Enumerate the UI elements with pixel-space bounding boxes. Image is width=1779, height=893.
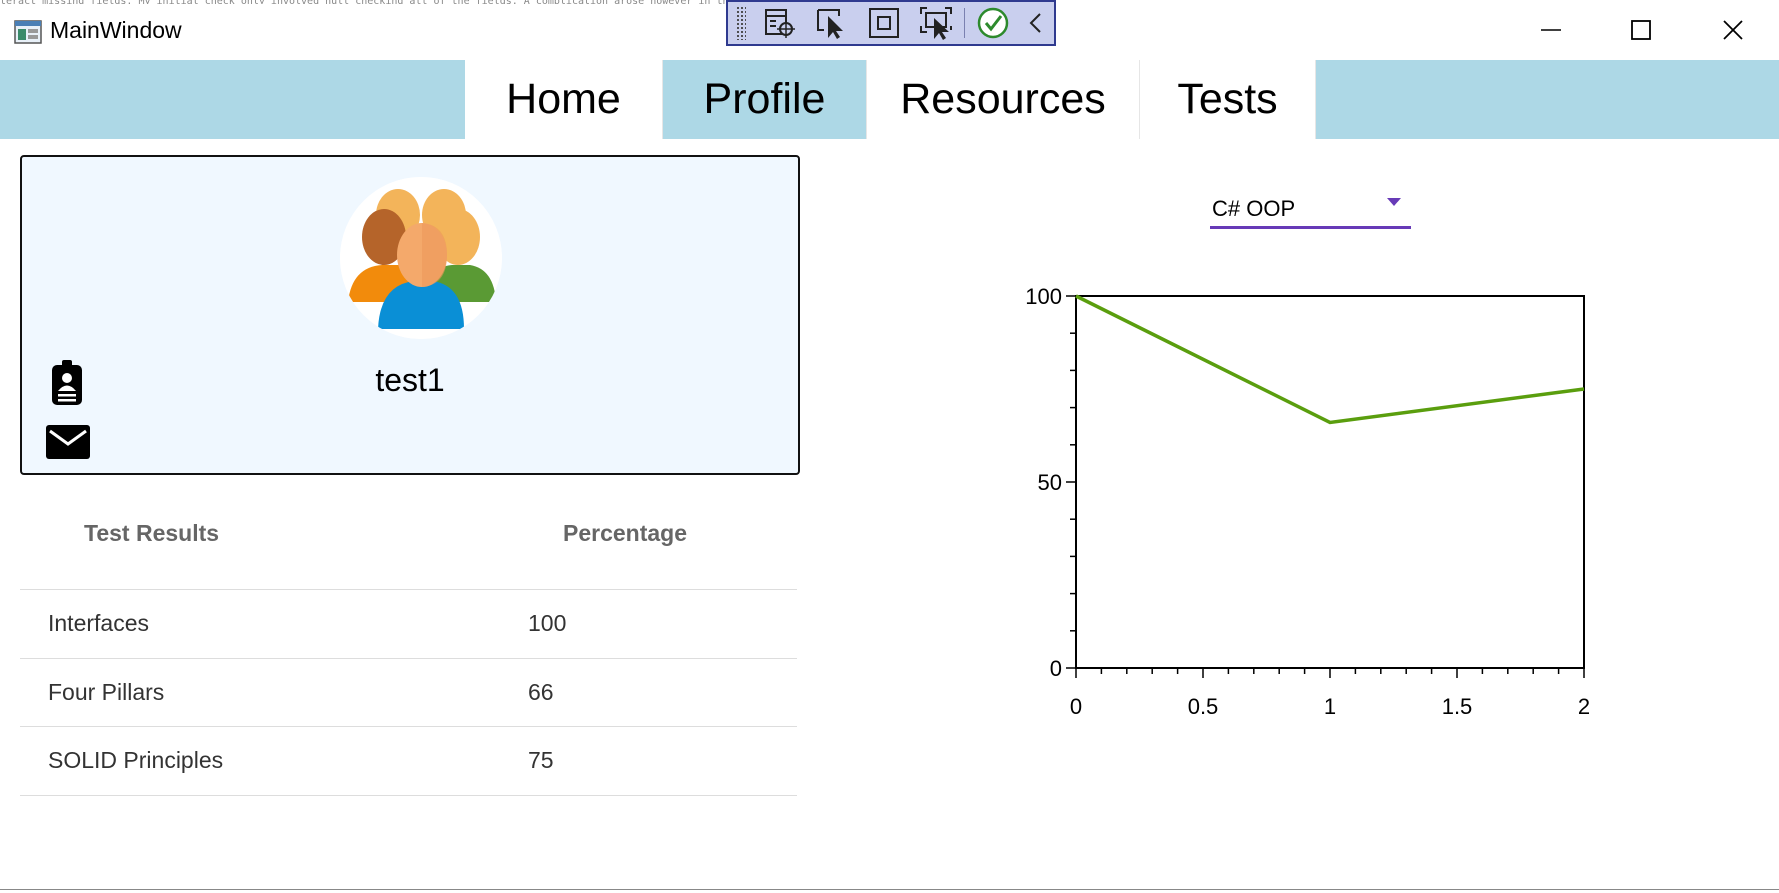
maximize-button[interactable] (1611, 10, 1671, 50)
results-line-chart: 0 0.5 1 1.5 2 0 50 100 (1025, 284, 1590, 719)
course-select[interactable]: C# OOP (1210, 189, 1411, 229)
x-tick-label: 1.5 (1442, 694, 1473, 719)
select-element-icon (765, 9, 795, 38)
x-tick-label: 0 (1070, 694, 1082, 719)
display-layout-adorners-icon (869, 8, 899, 38)
cell-test-name: SOLID Principles (48, 747, 224, 773)
toolbar-grip[interactable] (736, 6, 746, 40)
table-header-row: Test Results Percentage (20, 505, 797, 590)
x-tick-label: 1 (1324, 694, 1336, 719)
cell-percentage: 66 (528, 678, 554, 705)
binding-failures-button[interactable] (967, 3, 1019, 43)
tab-resources[interactable]: Resources (867, 60, 1140, 139)
main-window: teract missing fields. My initial check … (0, 0, 1779, 893)
window-title: MainWindow (50, 17, 182, 43)
users-group-icon (340, 177, 502, 339)
header-percentage[interactable]: Percentage (563, 520, 687, 547)
tab-tests[interactable]: Tests (1140, 60, 1316, 139)
close-button[interactable] (1703, 10, 1763, 50)
display-layout-adorners-button[interactable] (858, 3, 910, 43)
mail-icon (46, 425, 90, 459)
app-icon (14, 20, 42, 44)
go-to-live-visual-tree-button[interactable] (754, 3, 806, 43)
maximize-icon (1631, 20, 1651, 40)
table-row[interactable]: Interfaces 100 (20, 590, 797, 659)
minimize-icon (1541, 29, 1561, 31)
avatar (340, 177, 502, 339)
id-badge-icon (52, 360, 82, 405)
table-row[interactable]: Four Pillars 66 (20, 659, 797, 727)
close-icon (1723, 20, 1743, 40)
binding-failures-check-icon (977, 7, 1009, 39)
xaml-debug-toolbar (726, 0, 1056, 46)
profile-card: test1 (20, 155, 800, 475)
x-tick-label: 0.5 (1188, 694, 1219, 719)
track-focused-element-icon (920, 7, 952, 40)
cell-test-name: Interfaces (48, 610, 149, 636)
nav-tabs: Home Profile Resources Tests (465, 60, 1316, 139)
collapse-toolbar-button[interactable] (1019, 3, 1053, 43)
header-test-results[interactable]: Test Results (84, 520, 219, 547)
table-row[interactable]: SOLID Principles 75 (20, 727, 797, 796)
profile-username: test1 (375, 362, 445, 398)
window-bottom-border (0, 889, 1779, 890)
select-pointer-icon (817, 9, 843, 39)
y-tick-label: 100 (1025, 284, 1062, 309)
navigation-bar: Home Profile Resources Tests (0, 60, 1779, 139)
minimize-button[interactable] (1521, 10, 1581, 50)
plot-area (1075, 295, 1585, 669)
cell-test-name: Four Pillars (48, 678, 165, 705)
tab-home[interactable]: Home (465, 60, 663, 139)
test-results-table: Test Results Percentage Interfaces 100 F… (20, 505, 797, 796)
tab-profile[interactable]: Profile (663, 60, 867, 139)
select-element-button[interactable] (806, 3, 858, 43)
y-tick-label: 50 (1038, 470, 1062, 495)
x-tick-label: 2 (1578, 694, 1590, 719)
y-tick-label: 0 (1050, 656, 1062, 681)
collapse-icon (1029, 13, 1041, 33)
toolbar-separator (964, 8, 965, 38)
cell-percentage: 100 (528, 610, 567, 636)
track-focused-element-button[interactable] (910, 3, 962, 43)
cell-percentage: 75 (528, 747, 554, 773)
dropdown-caret-icon (1387, 198, 1401, 206)
course-select-value: C# OOP (1212, 196, 1296, 221)
